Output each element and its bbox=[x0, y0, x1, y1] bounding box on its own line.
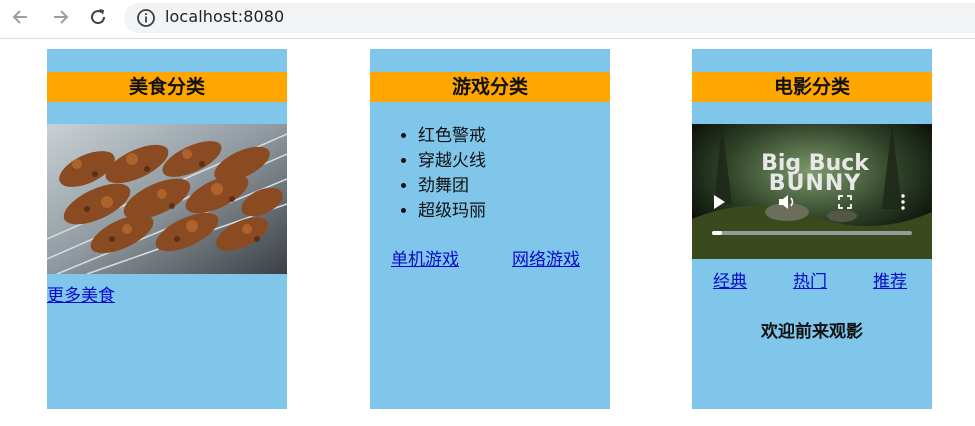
reload-icon bbox=[91, 9, 106, 25]
video-title-line2: BUNNY bbox=[768, 171, 862, 196]
game-list: 红色警戒 穿越火线 劲舞团 超级玛丽 bbox=[370, 124, 486, 224]
back-arrow-icon bbox=[12, 10, 27, 24]
more-food-link[interactable]: 更多美食 bbox=[47, 281, 115, 306]
play-icon[interactable] bbox=[712, 194, 726, 210]
reload-button[interactable] bbox=[85, 4, 111, 30]
video-player[interactable]: Big Buck BUNNY bbox=[692, 124, 932, 259]
forward-button[interactable] bbox=[47, 4, 73, 30]
info-icon[interactable] bbox=[136, 8, 156, 28]
video-progress-fill bbox=[712, 231, 722, 235]
url-text[interactable]: localhost:8080 bbox=[165, 7, 284, 26]
browser-toolbar: localhost:8080 bbox=[0, 0, 975, 39]
online-games-link[interactable]: 网络游戏 bbox=[512, 245, 580, 270]
recommended-movies-link[interactable]: 推荐 bbox=[873, 267, 907, 292]
grilled-skewers-image bbox=[47, 124, 287, 274]
movies-panel-title: 电影分类 bbox=[692, 72, 932, 102]
food-panel-title: 美食分类 bbox=[47, 72, 287, 102]
list-item: 穿越火线 bbox=[418, 149, 486, 174]
movies-panel: 电影分类 Big Buck BUNNY 经典 热门 推荐 欢迎前来观影 bbox=[692, 49, 932, 409]
list-item: 超级玛丽 bbox=[418, 199, 486, 224]
single-player-games-link[interactable]: 单机游戏 bbox=[391, 245, 459, 270]
games-panel-title: 游戏分类 bbox=[370, 72, 610, 102]
fullscreen-icon[interactable] bbox=[838, 195, 852, 209]
list-item: 红色警戒 bbox=[418, 124, 486, 149]
list-item: 劲舞团 bbox=[418, 174, 486, 199]
popular-movies-link[interactable]: 热门 bbox=[793, 267, 827, 292]
video-progress-bar[interactable] bbox=[712, 231, 912, 235]
classic-movies-link[interactable]: 经典 bbox=[713, 267, 747, 292]
games-panel: 游戏分类 红色警戒 穿越火线 劲舞团 超级玛丽 单机游戏 网络游戏 bbox=[370, 49, 610, 409]
back-button[interactable] bbox=[8, 4, 34, 30]
welcome-text: 欢迎前来观影 bbox=[761, 322, 863, 342]
volume-icon[interactable] bbox=[778, 194, 798, 210]
more-options-icon[interactable] bbox=[900, 194, 906, 210]
food-panel: 美食分类 更多美食 bbox=[47, 49, 287, 409]
forward-arrow-icon bbox=[54, 10, 69, 24]
